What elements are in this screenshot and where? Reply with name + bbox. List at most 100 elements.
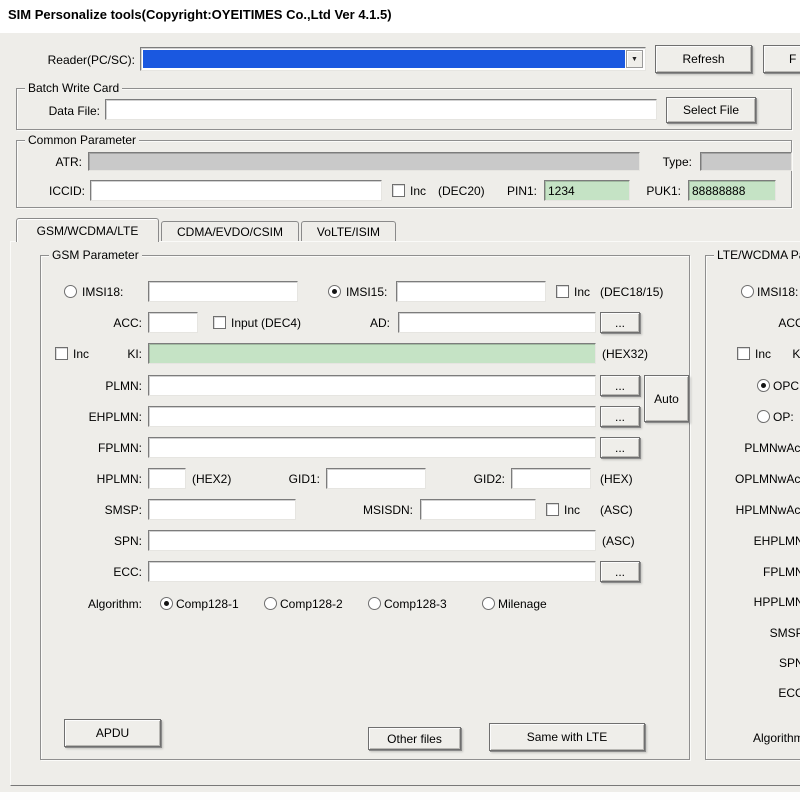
lte-op-label: OP:: [773, 410, 794, 424]
comp128-1-label: Comp128-1: [176, 597, 239, 611]
smsp-input[interactable]: [148, 499, 296, 520]
comp128-1-radio[interactable]: [160, 597, 173, 610]
msisdn-inc-label: Inc: [564, 503, 581, 517]
spn-input[interactable]: [148, 530, 596, 551]
imsi18-input[interactable]: [148, 281, 298, 302]
window-title: SIM Personalize tools(Copyright:OYEITIME…: [8, 7, 392, 22]
fplmn-browse-button[interactable]: ...: [600, 437, 640, 458]
auto-button[interactable]: Auto: [644, 375, 689, 422]
reader-combobox[interactable]: ▼: [140, 47, 646, 71]
milenage-radio[interactable]: [482, 597, 495, 610]
ki-input[interactable]: [148, 343, 596, 364]
comp128-2-radio[interactable]: [264, 597, 277, 610]
lte-ki-label: KI:: [792, 347, 800, 361]
reader-selection-highlight: [143, 50, 625, 68]
ad-browse-button[interactable]: ...: [600, 312, 640, 333]
lte-acc-label: ACC:: [778, 316, 800, 330]
imsi15-label: IMSI15:: [346, 285, 388, 299]
plmn-input[interactable]: [148, 375, 596, 396]
msisdn-inc-checkbox[interactable]: [546, 503, 559, 516]
common-parameter-title: Common Parameter: [25, 133, 140, 148]
smsp-label: SMSP:: [104, 503, 142, 517]
ki-inc-label: Inc: [73, 347, 90, 361]
msisdn-label: MSISDN:: [362, 503, 413, 517]
plmn-browse-button[interactable]: ...: [600, 375, 640, 396]
ehplmn-input[interactable]: [148, 406, 596, 427]
pin1-input[interactable]: [544, 180, 630, 201]
iccid-label: ICCID:: [49, 184, 85, 198]
gid2-input[interactable]: [511, 468, 591, 489]
hex-label: (HEX): [600, 472, 633, 486]
lte-ki-inc-checkbox[interactable]: [737, 347, 750, 360]
acc-input[interactable]: [148, 312, 198, 333]
hplmn-input[interactable]: [148, 468, 186, 489]
acc-label: ACC:: [113, 316, 142, 330]
same-with-lte-button[interactable]: Same with LTE: [489, 723, 645, 751]
imsi15-input[interactable]: [396, 281, 546, 302]
dec20-label: (DEC20): [438, 184, 485, 198]
gsm-parameter-title: GSM Parameter: [49, 248, 142, 263]
imsi15-radio[interactable]: [328, 285, 341, 298]
imsi18-label: IMSI18:: [82, 285, 124, 299]
comp128-2-label: Comp128-2: [280, 597, 343, 611]
iccid-inc-checkbox[interactable]: [392, 184, 405, 197]
format-button-partial[interactable]: F: [763, 45, 800, 73]
iccid-input[interactable]: [90, 180, 382, 201]
imsi-inc-label: Inc: [574, 285, 591, 299]
puk1-label: PUK1:: [646, 184, 681, 198]
lte-hplmnwact-label: HPLMNwAct:: [735, 503, 800, 517]
select-file-button[interactable]: Select File: [666, 97, 756, 123]
lte-plmnwact-label: PLMNwAct:: [744, 441, 800, 455]
ki-label: KI:: [127, 347, 142, 361]
lte-opc-radio[interactable]: [757, 379, 770, 392]
atr-label: ATR:: [55, 155, 82, 169]
lte-imsi18-label: IMSI18:: [757, 285, 799, 299]
ecc-browse-button[interactable]: ...: [600, 561, 640, 582]
type-label: Type:: [662, 155, 692, 169]
lte-spn-label: SPN:: [778, 656, 800, 670]
lte-imsi18-radio[interactable]: [741, 285, 754, 298]
app-window: SIM Personalize tools(Copyright:OYEITIME…: [0, 0, 800, 800]
lte-op-radio[interactable]: [757, 410, 770, 423]
tab-gsm-wcdma-lte[interactable]: GSM/WCDMA/LTE: [16, 218, 159, 242]
tab-cdma-evdo-csim[interactable]: CDMA/EVDO/CSIM: [161, 221, 299, 242]
reader-label: Reader(PC/SC):: [47, 53, 135, 67]
fplmn-input[interactable]: [148, 437, 596, 458]
acc-input-checkbox[interactable]: [213, 316, 226, 329]
ki-inc-checkbox[interactable]: [55, 347, 68, 360]
fplmn-label: FPLMN:: [97, 441, 142, 455]
reader-dropdown-button[interactable]: ▼: [626, 50, 643, 68]
hex32-label: (HEX32): [602, 347, 649, 361]
asc1-label: (ASC): [600, 503, 633, 517]
type-field: [700, 152, 792, 171]
imsi-inc-checkbox[interactable]: [556, 285, 569, 298]
msisdn-input[interactable]: [420, 499, 536, 520]
spn-label: SPN:: [113, 534, 142, 548]
lte-opc-label: OPC:: [773, 379, 800, 393]
data-file-input[interactable]: [105, 99, 657, 120]
gid1-input[interactable]: [326, 468, 426, 489]
apdu-button[interactable]: APDU: [64, 719, 161, 747]
dec1815-label: (DEC18/15): [600, 285, 664, 299]
lte-smsp-label: SMSP:: [769, 626, 800, 640]
comp128-3-radio[interactable]: [368, 597, 381, 610]
gid1-label: GID1:: [288, 472, 320, 486]
puk1-input[interactable]: [688, 180, 776, 201]
chevron-down-icon: ▼: [631, 55, 638, 63]
lte-algorithm-label: Algorithm:: [752, 731, 800, 745]
input-dec4-label: Input (DEC4): [231, 316, 302, 330]
lte-ki-inc-label: Inc: [755, 347, 772, 361]
ad-input[interactable]: [398, 312, 596, 333]
lte-hpplmn-label: HPPLMN:: [753, 595, 800, 609]
window-bottom-strip: [0, 792, 800, 800]
other-files-button[interactable]: Other files: [368, 727, 461, 750]
tab-volte-isim[interactable]: VoLTE/ISIM: [301, 221, 396, 242]
ehplmn-label: EHPLMN:: [88, 410, 142, 424]
ehplmn-browse-button[interactable]: ...: [600, 406, 640, 427]
ecc-input[interactable]: [148, 561, 596, 582]
hplmn-label: HPLMN:: [96, 472, 142, 486]
refresh-button[interactable]: Refresh: [655, 45, 752, 73]
lte-ehplmn-label: EHPLMN:: [753, 534, 800, 548]
comp128-3-label: Comp128-3: [384, 597, 447, 611]
imsi18-radio[interactable]: [64, 285, 77, 298]
